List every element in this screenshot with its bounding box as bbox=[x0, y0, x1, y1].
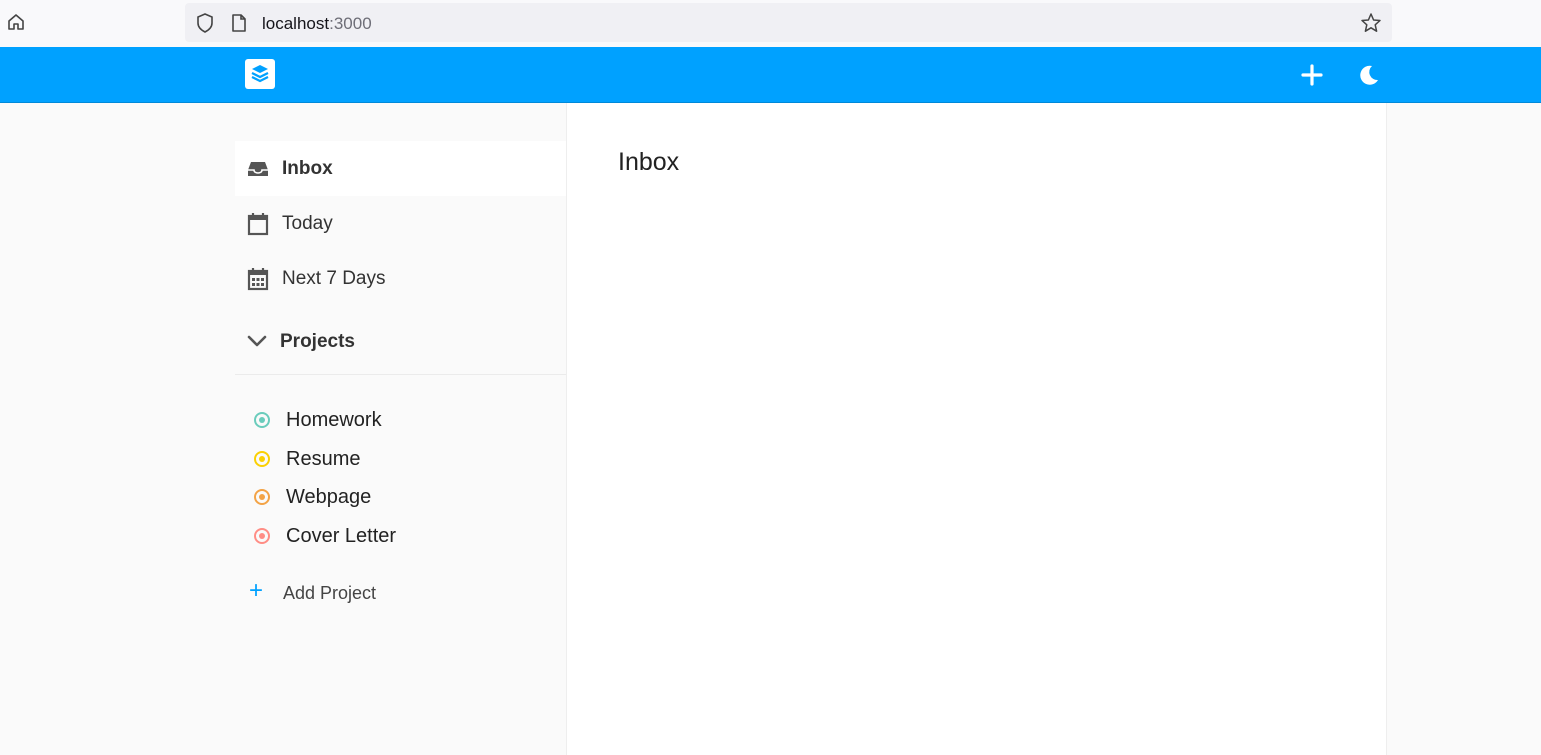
checklist-stack-icon[interactable] bbox=[245, 59, 275, 89]
home-icon[interactable] bbox=[4, 10, 28, 34]
project-item-homework[interactable]: Homework bbox=[235, 401, 566, 439]
sidebar-item-next-7-days[interactable]: Next 7 Days bbox=[235, 251, 566, 306]
address-bar[interactable]: localhost:3000 bbox=[185, 3, 1392, 42]
page-icon bbox=[231, 13, 247, 38]
sidebar: Inbox Today Next 7 Days Projects Homewor… bbox=[235, 103, 566, 755]
project-label: Homework bbox=[286, 409, 382, 431]
sidebar-item-label: Inbox bbox=[282, 157, 333, 179]
sidebar-item-today[interactable]: Today bbox=[235, 196, 566, 251]
project-label: Resume bbox=[286, 448, 361, 470]
project-item-webpage[interactable]: Webpage bbox=[235, 478, 566, 516]
project-item-resume[interactable]: Resume bbox=[235, 440, 566, 478]
project-color-dot-icon bbox=[254, 489, 270, 505]
project-color-dot-icon bbox=[254, 451, 270, 467]
sidebar-item-inbox[interactable]: Inbox bbox=[235, 141, 566, 196]
project-color-dot-icon bbox=[254, 412, 270, 428]
chevron-down-icon bbox=[246, 330, 268, 357]
calendar-icon bbox=[246, 212, 270, 236]
browser-toolbar: localhost:3000 bbox=[0, 0, 1541, 47]
plus-icon: + bbox=[249, 577, 264, 604]
add-project-button[interactable]: + Add Project bbox=[235, 573, 566, 613]
url-text[interactable]: localhost:3000 bbox=[262, 14, 372, 34]
add-project-label: Add Project bbox=[283, 583, 377, 603]
moon-icon[interactable] bbox=[1355, 61, 1383, 89]
project-label: Cover Letter bbox=[286, 525, 397, 547]
project-color-dot-icon bbox=[254, 528, 270, 544]
main-content: Inbox bbox=[566, 103, 1387, 755]
projects-label: Projects bbox=[280, 331, 355, 352]
page-title: Inbox bbox=[618, 148, 680, 176]
inbox-icon bbox=[246, 157, 270, 181]
bookmark-star-icon[interactable] bbox=[1359, 11, 1383, 40]
plus-icon[interactable] bbox=[1298, 61, 1326, 89]
calendar-grid-icon bbox=[246, 267, 270, 291]
sidebar-item-label: Today bbox=[282, 212, 333, 234]
shield-icon[interactable] bbox=[195, 12, 215, 39]
project-item-cover-letter[interactable]: Cover Letter bbox=[235, 517, 566, 555]
sidebar-item-label: Next 7 Days bbox=[282, 267, 386, 289]
project-label: Webpage bbox=[286, 486, 372, 508]
app-header bbox=[0, 47, 1541, 103]
projects-toggle[interactable]: Projects bbox=[235, 313, 566, 375]
